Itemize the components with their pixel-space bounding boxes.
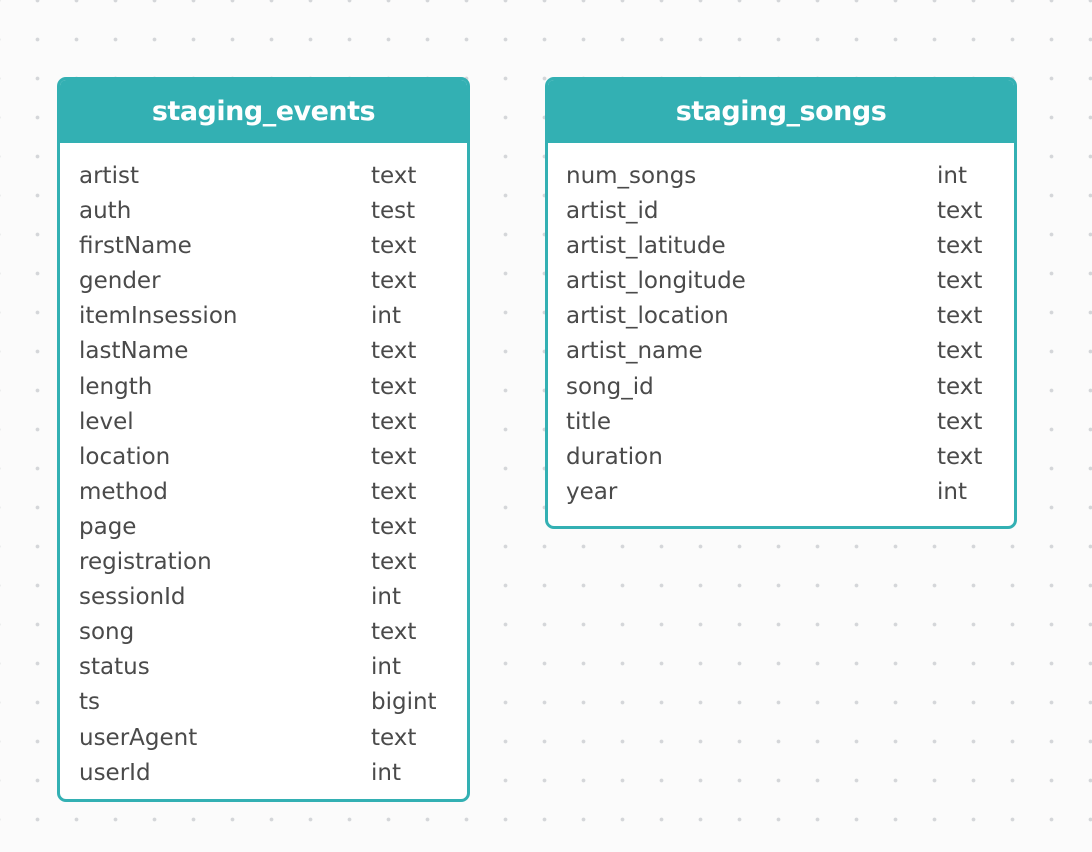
column-name: title — [566, 408, 611, 435]
column-type: text — [371, 619, 417, 646]
column-name: method — [79, 478, 168, 505]
column-type: bigint — [371, 689, 437, 716]
table-card-staging-songs[interactable]: staging_songs num_songs int artist_id text a… — [545, 77, 1017, 529]
column-type: text — [937, 338, 983, 365]
column-name: registration — [79, 549, 212, 576]
column-row[interactable]: artist text — [60, 159, 467, 194]
table-header: staging_events — [60, 80, 467, 143]
column-row[interactable]: artist_longitude text — [548, 264, 1014, 299]
column-row[interactable]: firstName text — [60, 229, 467, 264]
column-type: text — [371, 163, 417, 189]
column-row[interactable]: artist_id text — [548, 194, 1014, 229]
column-type: int — [371, 654, 401, 681]
column-type: text — [937, 198, 983, 225]
column-type: text — [937, 233, 983, 260]
table-card-staging-events[interactable]: staging_events artist text auth test firstNa… — [57, 77, 470, 802]
column-type: text — [371, 233, 417, 260]
column-name: year — [566, 478, 618, 505]
column-row[interactable]: duration text — [548, 440, 1014, 475]
column-type: int — [371, 303, 401, 330]
column-row[interactable]: ts bigint — [60, 685, 467, 720]
column-name: firstName — [79, 233, 192, 260]
column-name: song — [79, 619, 135, 646]
column-name: artist_longitude — [566, 268, 746, 295]
column-name: status — [79, 654, 150, 681]
column-name: userAgent — [79, 724, 198, 751]
column-row[interactable]: status int — [60, 650, 467, 685]
column-name: page — [79, 513, 137, 540]
table-rows: artist text auth test firstName text gender tex… — [60, 143, 467, 791]
column-row[interactable]: lastName text — [60, 334, 467, 369]
column-name: location — [79, 443, 171, 470]
column-row[interactable]: artist_name text — [548, 334, 1014, 369]
column-type: text — [371, 373, 417, 400]
column-name: length — [79, 373, 153, 400]
column-name: artist_location — [566, 303, 729, 330]
column-name: duration — [566, 443, 663, 470]
column-row[interactable]: num_songs int — [548, 159, 1014, 194]
column-row[interactable]: gender text — [60, 264, 467, 299]
column-row[interactable]: sessionId int — [60, 580, 467, 615]
table-rows: num_songs int artist_id text artist_latitude… — [548, 143, 1014, 510]
column-type: int — [371, 584, 401, 611]
column-row[interactable]: year int — [548, 475, 1014, 510]
column-type: text — [371, 513, 417, 540]
column-row[interactable]: song text — [60, 615, 467, 650]
column-type: text — [371, 478, 417, 505]
column-name: artist — [79, 163, 139, 189]
column-type: test — [371, 198, 416, 225]
column-row[interactable]: page text — [60, 510, 467, 545]
column-row[interactable]: userId int — [60, 756, 467, 791]
column-name: gender — [79, 268, 161, 295]
column-type: text — [371, 549, 417, 576]
table-header: staging_songs — [548, 80, 1014, 143]
column-type: text — [937, 303, 983, 330]
column-type: text — [371, 408, 417, 435]
column-type: text — [937, 373, 983, 400]
column-name: itemInsession — [79, 303, 238, 330]
column-name: level — [79, 408, 134, 435]
column-row[interactable]: song_id text — [548, 370, 1014, 405]
column-type: text — [371, 724, 417, 751]
column-row[interactable]: level text — [60, 405, 467, 440]
column-row[interactable]: title text — [548, 405, 1014, 440]
column-type: text — [371, 268, 417, 295]
column-type: text — [937, 268, 983, 295]
column-name: auth — [79, 198, 132, 225]
column-type: text — [937, 443, 983, 470]
column-row[interactable]: auth test — [60, 194, 467, 229]
column-type: int — [937, 163, 967, 189]
column-name: artist_latitude — [566, 233, 726, 260]
column-row[interactable]: length text — [60, 370, 467, 405]
column-row[interactable]: artist_location text — [548, 299, 1014, 334]
column-type: int — [371, 759, 401, 786]
column-name: ts — [79, 689, 101, 716]
column-row[interactable]: registration text — [60, 545, 467, 580]
column-name: artist_name — [566, 338, 703, 365]
column-row[interactable]: location text — [60, 440, 467, 475]
column-name: lastName — [79, 338, 189, 365]
column-row[interactable]: artist_latitude text — [548, 229, 1014, 264]
column-row[interactable]: userAgent text — [60, 721, 467, 756]
column-name: userId — [79, 759, 151, 786]
column-type: text — [937, 408, 983, 435]
column-name: num_songs — [566, 163, 697, 189]
column-row[interactable]: itemInsession int — [60, 299, 467, 334]
column-type: text — [371, 338, 417, 365]
column-row[interactable]: method text — [60, 475, 467, 510]
column-type: text — [371, 443, 417, 470]
column-name: artist_id — [566, 198, 659, 225]
column-name: song_id — [566, 373, 654, 400]
column-name: sessionId — [79, 584, 186, 611]
column-type: int — [937, 478, 967, 505]
